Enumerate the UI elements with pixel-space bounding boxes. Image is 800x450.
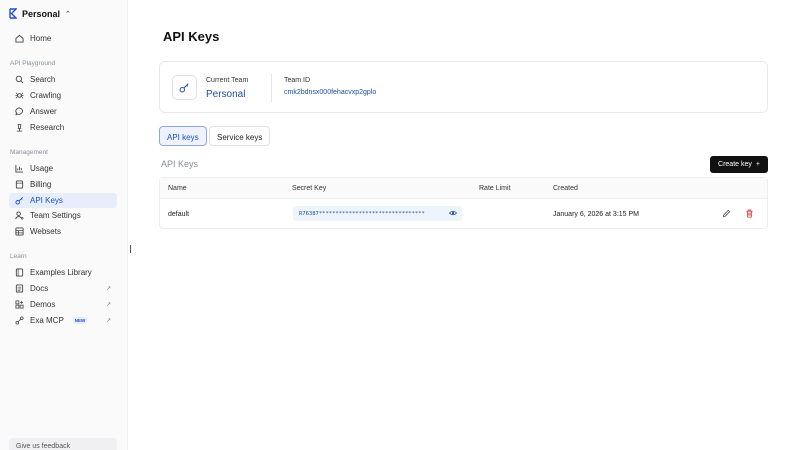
workspace-name: Personal [22,8,61,19]
sidebar-item-api-keys[interactable]: API Keys [9,193,117,208]
column-header-secret-key: Secret Key [292,185,327,192]
table-icon [15,227,24,236]
chevron-up-down-icon: ⌃ [65,10,71,18]
team-card: Current Team Personal Team ID cmk2bdnsx0… [159,61,768,113]
sidebar-item-label: Research [30,123,65,132]
research-icon [15,123,24,132]
sidebar-item-label: Search [30,75,56,84]
sidebar-item-label: API Keys [30,196,63,205]
sidebar-item-billing[interactable]: Billing [9,177,117,192]
column-header-created: Created [553,185,578,192]
current-team-value: Personal [206,89,246,100]
home-icon [15,34,24,43]
external-link-icon: ↗ [105,302,111,308]
key-icon [15,196,24,205]
tab-service-keys[interactable]: Service keys [209,126,271,146]
search-icon [15,75,24,84]
sidebar-item-demos[interactable]: Demos ↗ [9,297,117,312]
grid-plus-icon [15,300,24,309]
secret-key-field[interactable]: R76387******************************** [293,206,462,221]
created-date: January 6, 2026 at 3:15 PM [553,211,639,218]
divider [271,74,272,102]
edit-pencil-icon[interactable] [722,209,731,218]
sidebar-item-examples-library[interactable]: Examples Library [9,265,117,280]
sidebar-item-label: Billing [30,180,52,189]
key-name: default [168,211,190,218]
section-label-learn: Learn [10,253,27,260]
trash-icon[interactable] [745,209,754,218]
sidebar-item-label: Crawling [30,91,62,100]
sidebar-item-websets[interactable]: Websets [9,224,117,239]
exa-logo-icon [9,8,17,19]
column-header-name: Name [168,185,187,192]
team-id-value[interactable]: cmk2bdnsx000fehacvxp2gplo [284,89,376,96]
column-header-rate-limit: Rate Limit [479,185,511,192]
team-key-icon-box [172,75,197,100]
section-label-playground: API Playground [10,60,56,67]
table-header: Name Secret Key Rate Limit Created [160,178,767,199]
user-settings-icon [15,211,24,220]
plus-icon: + [755,161,760,168]
secret-key-value: R76387******************************** [299,210,425,217]
team-id-label: Team ID [284,77,311,84]
sidebar-item-usage[interactable]: Usage [9,161,117,176]
chat-bubble-icon [15,107,24,116]
current-team-label: Current Team [206,77,249,84]
sidebar-item-label: Team Settings [30,211,81,220]
sidebar-item-exa-mcp[interactable]: Exa MCP NEW ↗ [9,313,117,328]
document-icon [15,284,24,293]
eye-icon[interactable] [449,209,457,217]
api-keys-table: Name Secret Key Rate Limit Created defau… [159,177,768,229]
external-link-icon: ↗ [105,318,111,324]
plug-icon [15,316,24,325]
spider-icon [15,91,24,100]
receipt-icon [15,180,24,189]
sidebar-item-label: Usage [30,164,54,173]
create-key-label: Create key [718,161,752,168]
sidebar-item-search[interactable]: Search [9,72,117,87]
sidebar-item-label: Examples Library [30,268,92,277]
sidebar-resize-handle[interactable] [130,245,131,253]
book-icon [15,268,24,277]
page-title: API Keys [163,29,220,44]
section-title: API Keys [161,159,199,169]
sidebar-item-label: Answer [30,107,57,116]
sidebar-item-label: Docs [30,284,49,293]
section-label-management: Management [10,149,48,156]
sidebar-item-answer[interactable]: Answer [9,104,117,119]
tab-api-keys[interactable]: API keys [159,126,207,146]
external-link-icon: ↗ [105,286,111,292]
sidebar-item-research[interactable]: Research [9,120,117,135]
sidebar-item-docs[interactable]: Docs ↗ [9,281,117,296]
sidebar-item-crawling[interactable]: Crawling [9,88,117,103]
sidebar-item-label: Home [30,34,52,43]
create-key-button[interactable]: Create key + [710,156,768,173]
sidebar-item-home[interactable]: Home [9,31,117,46]
sidebar-item-label: Exa MCP [30,316,64,325]
sidebar-item-team-settings[interactable]: Team Settings [9,208,117,223]
bar-chart-icon [15,164,24,173]
feedback-button[interactable]: Give us feedback [9,438,117,450]
workspace-switcher[interactable]: Personal ⌃ [9,8,71,19]
sidebar-item-label: Websets [30,227,61,236]
key-icon [179,83,189,93]
sidebar-item-label: Demos [30,300,56,309]
sidebar: Personal ⌃ Home API Playground Search Cr… [0,0,128,450]
new-badge: NEW [72,317,88,324]
